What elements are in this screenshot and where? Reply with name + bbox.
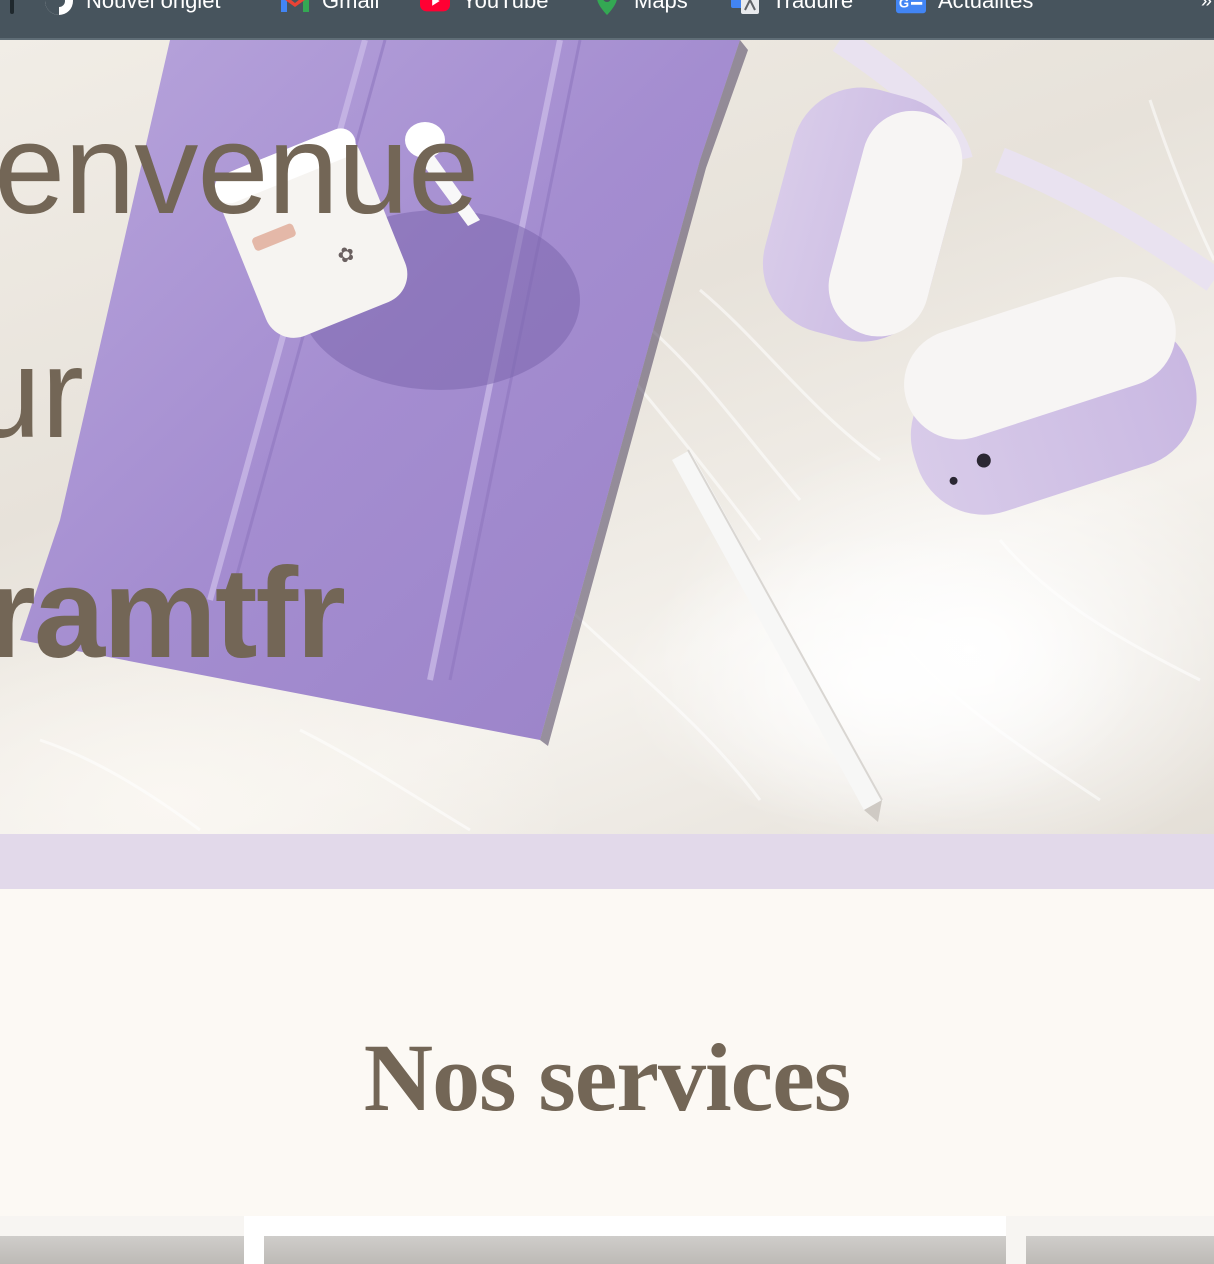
bookmark-label: Actualités (938, 0, 1034, 13)
bookmark-label: Nouvel onglet (86, 0, 221, 13)
lavender-band (0, 834, 1214, 889)
bookmark-gmail[interactable]: Gmail (280, 0, 379, 16)
hero-section: ✿ envenue ur ramtfr (0, 40, 1214, 834)
bookmark-label: YouTube (462, 0, 549, 13)
svg-text:G: G (899, 0, 909, 11)
new-tab-icon (44, 0, 74, 16)
bookmark-label: Maps (634, 0, 688, 13)
youtube-icon (420, 0, 450, 16)
gmail-icon (280, 0, 310, 16)
bookmark-new-tab[interactable]: Nouvel onglet (44, 0, 221, 16)
bookmark-label: Traduire (772, 0, 854, 13)
service-card-image (264, 1236, 1006, 1264)
service-card[interactable] (244, 1216, 1026, 1264)
bookmarks-separator (10, 0, 14, 14)
more-bookmarks-icon[interactable]: » (1201, 0, 1212, 13)
service-card[interactable] (0, 1216, 244, 1264)
service-card-image (0, 1236, 244, 1264)
services-title: Nos services (363, 1024, 852, 1131)
service-card[interactable] (1006, 1216, 1214, 1264)
hero-heading-line2: ur (0, 322, 84, 465)
bookmark-label: Gmail (322, 0, 380, 13)
service-card-image (1026, 1236, 1214, 1264)
bookmark-maps[interactable]: Maps (592, 0, 688, 16)
bookmark-translate[interactable]: Traduire (730, 0, 853, 16)
bookmarks-bar: Nouvel onglet Gmail YouTube Maps Traduir… (0, 0, 1214, 40)
maps-icon (592, 0, 622, 16)
bookmark-youtube[interactable]: YouTube (420, 0, 548, 16)
bookmark-news[interactable]: G Actualités (896, 0, 1033, 16)
translate-icon (730, 0, 760, 16)
hero-heading-line1: envenue (0, 98, 479, 241)
hero-heading-line3: ramtfr (0, 542, 346, 685)
news-icon: G (896, 0, 926, 16)
